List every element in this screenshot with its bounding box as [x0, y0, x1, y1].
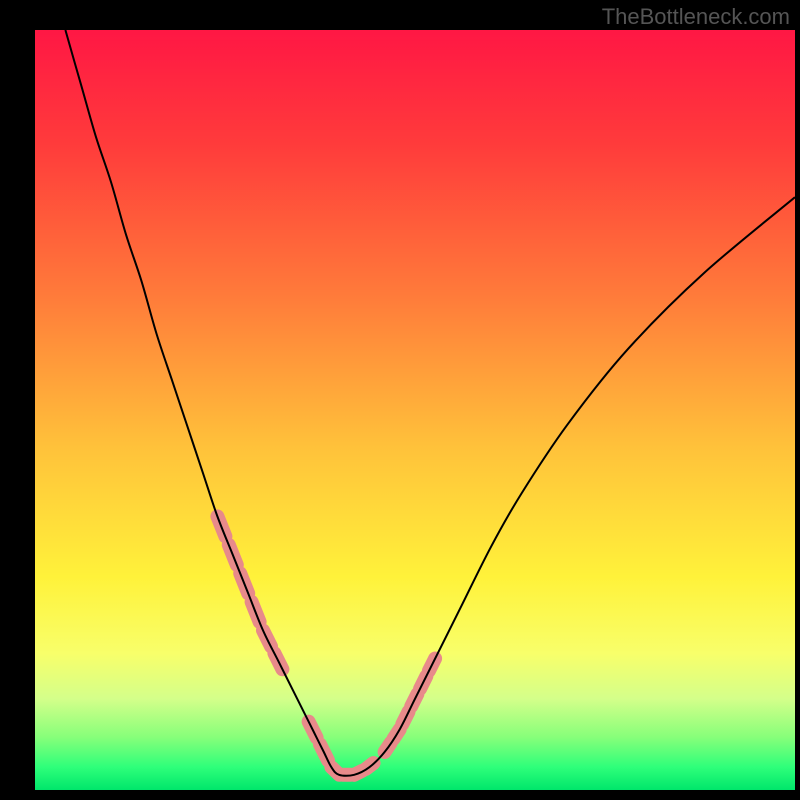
- bottleneck-chart: [35, 30, 795, 790]
- watermark-text: TheBottleneck.com: [602, 4, 790, 30]
- chart-plot-area: [35, 30, 795, 790]
- gradient-background: [35, 30, 795, 790]
